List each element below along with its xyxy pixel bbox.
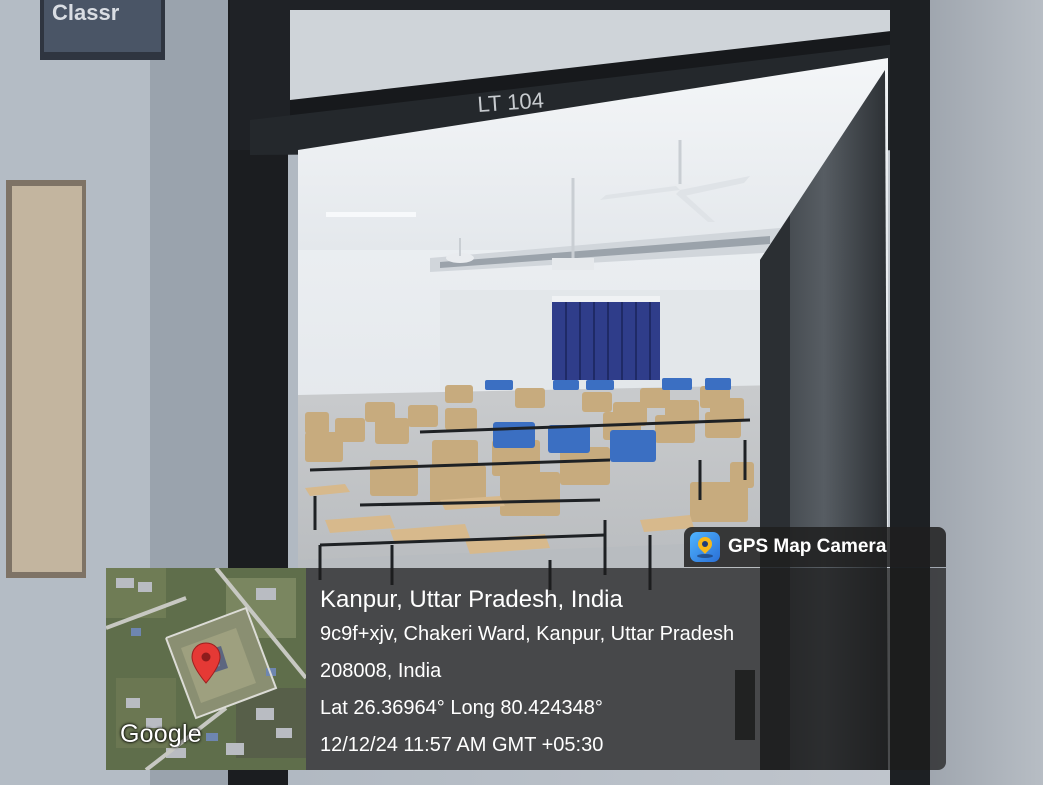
address-line-1: 9c9f+xjv, Chakeri Ward, Kanpur, Uttar Pr… — [320, 623, 735, 645]
map-attribution: Google — [120, 720, 202, 748]
address-line-2: 208008, India — [320, 660, 442, 682]
map-thumbnail: Google — [106, 568, 306, 770]
door-label: LT 104 — [477, 87, 545, 117]
timestamp: 12/12/24 11:57 AM GMT +05:30 — [320, 734, 604, 756]
gps-info-panel: Google Kanpur, Uttar Pradesh, India 9c9f… — [106, 568, 946, 770]
gps-app-name: GPS Map Camera — [728, 536, 887, 557]
notice-board — [6, 180, 86, 578]
classroom-sign: Classr — [40, 0, 165, 60]
gps-app-badge: GPS Map Camera — [684, 527, 946, 567]
place-name: Kanpur, Uttar Pradesh, India — [320, 586, 623, 613]
sign-text: Classr — [52, 0, 120, 25]
location-details: Kanpur, Uttar Pradesh, India 9c9f+xjv, C… — [306, 568, 946, 770]
photo: Classr LT 104 GPS Map Camera Google Kanp… — [0, 0, 1043, 785]
coordinates: Lat 26.36964° Long 80.424348° — [320, 697, 603, 719]
map-pin-icon — [690, 532, 720, 562]
